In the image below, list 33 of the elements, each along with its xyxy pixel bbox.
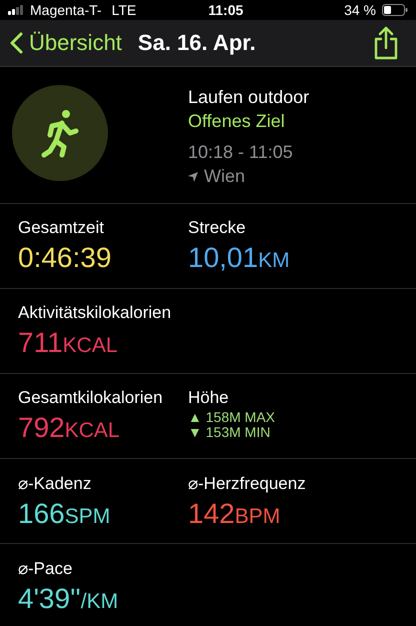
battery-icon <box>382 4 408 16</box>
workout-goal: Offenes Ziel <box>188 111 286 132</box>
chevron-left-icon <box>10 32 23 54</box>
metric-value: 4'39''/KM <box>18 583 118 615</box>
metric-label: ⌀-Herzfrequenz <box>188 473 307 494</box>
metric-label: Strecke <box>188 218 247 238</box>
workout-name: Laufen outdoor <box>188 87 310 108</box>
metric-label: Aktivitätskilokalorien <box>18 303 172 323</box>
running-figure-icon <box>12 85 108 181</box>
metric-label: Höhe <box>188 388 230 408</box>
carrier-name: Magenta-T- <box>30 2 102 18</box>
metric-label: ⌀-Kadenz <box>18 473 92 494</box>
metric-label: ⌀-Pace <box>18 558 74 579</box>
back-button[interactable]: Übersicht <box>10 30 122 56</box>
nav-title: Sa. 16. Apr. <box>138 30 257 56</box>
elevation-reading: ▼ 153M MIN <box>188 425 272 440</box>
metric-value: 166SPM <box>18 498 112 530</box>
elevation-reading: ▲ 158M MAX <box>188 410 276 425</box>
battery-percent: 34 % <box>344 2 376 18</box>
signal-icon <box>8 5 24 15</box>
location-name: Wien <box>204 166 246 187</box>
share-icon[interactable] <box>372 26 400 60</box>
metric-label: Gesamtkilokalorien <box>18 388 164 408</box>
time-range: 10:18 - 11:05 <box>188 142 294 163</box>
metric-value: 10,01KM <box>188 242 291 274</box>
metric-value: 792KCAL <box>18 412 121 444</box>
metric-value: 711KCAL <box>18 327 118 359</box>
location-arrow-icon <box>188 172 198 182</box>
network-type: LTE <box>112 2 136 18</box>
clock-time: 11:05 <box>208 2 244 18</box>
metric-value: 0:46:39 <box>18 242 112 274</box>
metric-label: Gesamtzeit <box>18 218 105 238</box>
metric-value: 142BPM <box>188 498 282 530</box>
